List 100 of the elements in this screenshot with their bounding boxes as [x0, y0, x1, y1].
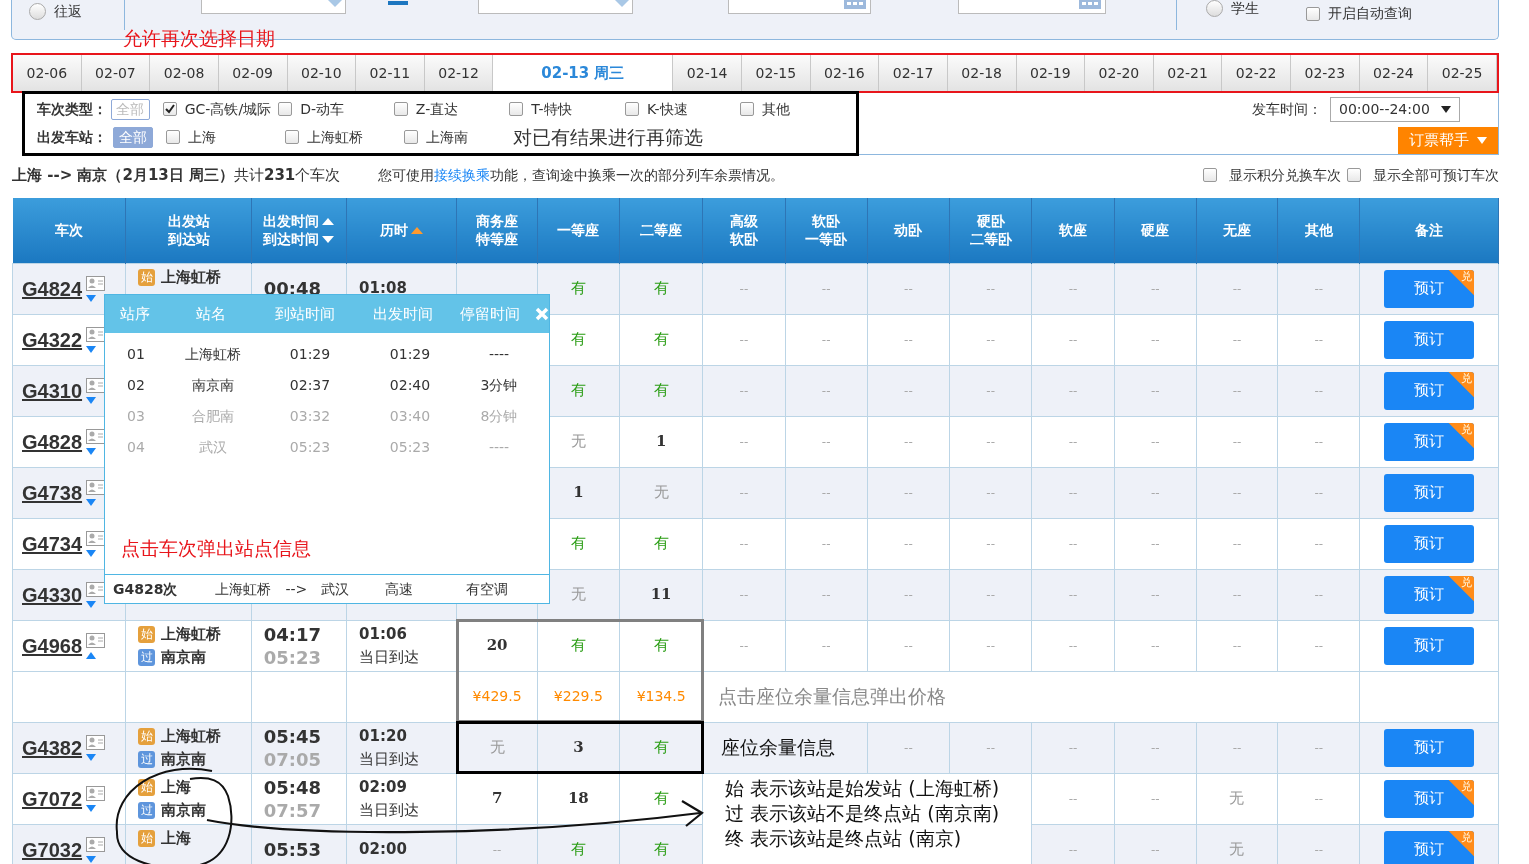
empty-value: -- — [492, 843, 502, 857]
radio-label: 学生 — [1231, 0, 1259, 18]
header-text: 一等座 — [557, 221, 600, 240]
stop-cell: 8分钟 — [480, 408, 518, 424]
empty-value: -- — [986, 384, 996, 398]
book-button[interactable]: 预订 兑 — [1384, 269, 1475, 308]
empty-value: -- — [821, 639, 831, 653]
date-tab[interactable]: 02-07 — [81, 55, 151, 91]
stop-cell: 3分钟 — [480, 377, 518, 393]
availability-text: 无 — [570, 585, 586, 604]
annotation-text: 座位余量信息 — [721, 736, 836, 759]
station-name: 上海虹桥 — [161, 623, 222, 645]
header-text: 历时 — [380, 221, 409, 240]
date-tab[interactable]: 02-06 — [13, 55, 82, 91]
date-tab[interactable]: 02-16 — [810, 55, 880, 91]
empty-value: -- — [1232, 588, 1242, 602]
header-text: 到达时间 — [263, 230, 320, 249]
book-button[interactable]: 预订 兑 — [1384, 575, 1475, 614]
empty-value: -- — [1314, 435, 1324, 449]
date-tab[interactable]: 02-09 — [218, 55, 288, 91]
station-badge: 过 — [138, 648, 156, 666]
book-button[interactable]: 预订 — [1384, 626, 1475, 665]
date-tab[interactable]: 02-20 — [1085, 55, 1154, 91]
empty-value: -- — [1150, 384, 1160, 398]
empty-value: -- — [904, 384, 913, 398]
date-tab[interactable]: 02-17 — [879, 55, 948, 91]
checkbox-label: 显示积分兑换车次 — [1229, 165, 1341, 185]
station-name: 上海虹桥 — [215, 579, 272, 599]
empty-value: -- — [1314, 537, 1324, 551]
header-text: 商务座 — [476, 212, 519, 231]
popup-header-text: 站名 — [195, 304, 226, 323]
date-tab[interactable]: 02-21 — [1153, 55, 1223, 91]
empty-value: -- — [1150, 843, 1160, 857]
empty-value: -- — [1068, 486, 1078, 500]
empty-value: -- — [1150, 282, 1160, 296]
date-tab[interactable]: 02-23 — [1291, 55, 1360, 91]
annotation-text: 点击座位余量信息弹出价格 — [718, 685, 947, 708]
popup-header-text: 停留时间 — [459, 304, 520, 323]
filter-label: 出发车站： — [37, 127, 108, 147]
empty-value: -- — [904, 639, 913, 653]
empty-value: -- — [739, 486, 749, 500]
book-button[interactable]: 预订 兑 — [1384, 422, 1475, 461]
date-tab[interactable]: 02-12 — [424, 55, 494, 91]
seat-count: 1 — [655, 432, 667, 451]
empty-value: -- — [1314, 843, 1324, 857]
book-button[interactable]: 预订 — [1384, 728, 1475, 767]
availability-text: 有 — [570, 840, 586, 859]
filter-label: 车次类型： — [37, 99, 108, 119]
station-name: 上海 — [161, 827, 192, 849]
checkbox-label: T-特快 — [531, 99, 572, 119]
book-button[interactable]: 预订 — [1384, 473, 1475, 512]
popup-header-text: 出发时间 — [372, 304, 433, 323]
time-select[interactable]: 00:00--24:00 — [1330, 97, 1460, 122]
checkbox-label: 上海南 — [426, 127, 468, 147]
empty-value: -- — [1314, 639, 1324, 653]
date-tab[interactable]: 02-08 — [150, 55, 219, 91]
book-button[interactable]: 预订 兑 — [1384, 371, 1475, 410]
empty-value: -- — [739, 588, 749, 602]
stop-cell: 05:23 — [289, 439, 331, 455]
stop-cell: ---- — [488, 346, 510, 362]
book-button[interactable]: 预订 兑 — [1384, 830, 1475, 864]
book-button[interactable]: 预订 — [1384, 320, 1475, 359]
seat-count: 7 — [491, 789, 503, 808]
annotation-text: 点击车次弹出站点信息 — [121, 535, 311, 561]
empty-value: -- — [1068, 537, 1078, 551]
date-tab[interactable]: 02-14 — [673, 55, 742, 91]
checkbox-label: 上海虹桥 — [307, 127, 363, 147]
availability-text: 有 — [653, 840, 669, 859]
book-button[interactable]: 预订 兑 — [1384, 779, 1475, 818]
empty-value: -- — [904, 741, 913, 755]
header-text: 硬座 — [1141, 221, 1170, 240]
date-tab[interactable]: 02-22 — [1222, 55, 1291, 91]
empty-value: -- — [1150, 588, 1160, 602]
arrival-time: 07:05 — [263, 747, 323, 771]
date-tab[interactable]: 02-10 — [287, 55, 357, 91]
date-tab[interactable]: 02-15 — [742, 55, 811, 91]
availability-text: 有 — [653, 789, 669, 808]
stop-cell: 合肥南 — [192, 408, 234, 424]
availability-text: 有 — [570, 381, 586, 400]
header-text: 二等卧 — [969, 230, 1012, 249]
stop-cell: 上海虹桥 — [185, 346, 241, 362]
date-tab[interactable]: 02-11 — [356, 55, 425, 91]
header-text: 软卧 — [812, 212, 841, 231]
station-name: 上海虹桥 — [161, 266, 222, 288]
date-tab[interactable]: 02-24 — [1359, 55, 1429, 91]
arrival-day: 当日到达 — [359, 798, 457, 822]
seat-count: 18 — [567, 789, 589, 808]
stop-cell: 02:37 — [289, 377, 331, 393]
availability-text: 有 — [653, 279, 669, 298]
book-button[interactable]: 预订 — [1384, 524, 1475, 563]
empty-value: -- — [904, 435, 913, 449]
date-tab[interactable]: 02-18 — [947, 55, 1017, 91]
stop-cell: 01:29 — [289, 346, 331, 362]
seat-count: 3 — [573, 738, 584, 757]
annotation-text: 允许再次选择日期 — [123, 27, 275, 49]
date-tab[interactable]: 02-19 — [1016, 55, 1086, 91]
transfer-link[interactable]: 接续换乘 — [434, 166, 491, 183]
empty-value: -- — [821, 333, 831, 347]
date-tab[interactable]: 02-25 — [1428, 55, 1497, 91]
duration: 01:08 — [359, 278, 408, 299]
